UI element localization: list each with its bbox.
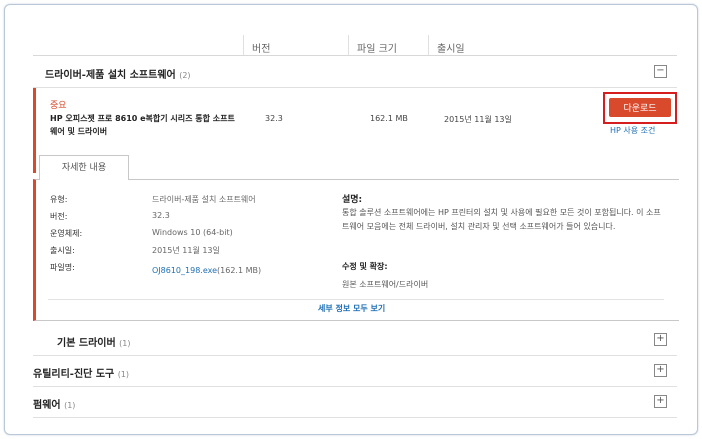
type-label: 유형: bbox=[50, 195, 68, 204]
section-title-text: 드라이버-제품 설치 소프트웨어 bbox=[45, 70, 176, 81]
section-title-text: 유틸리티-진단 도구 bbox=[33, 369, 115, 380]
view-all-details-link[interactable]: 세부 정보 모두 보기 bbox=[318, 303, 385, 314]
fixes-body: 원본 소프트웨어/드라이버 bbox=[342, 280, 429, 289]
description-title: 설명: bbox=[342, 195, 363, 205]
item-size: 162.1 MB bbox=[370, 114, 408, 123]
column-divider bbox=[428, 35, 429, 55]
section-count: (1) bbox=[117, 370, 130, 379]
os-value: Windows 10 (64-bit) bbox=[152, 228, 233, 237]
item-date: 2015년 11월 13일 bbox=[444, 115, 512, 124]
section-title: 기본 드라이버 (1) bbox=[57, 334, 131, 349]
section-title: 유틸리티-진단 도구 (1) bbox=[33, 365, 129, 380]
section-driver-install[interactable]: 드라이버-제품 설치 소프트웨어 (2) − bbox=[33, 57, 677, 88]
driver-item: 중요 HP 오피스젯 프로 8610 e복합기 시리즈 통합 소프트웨어 및 드… bbox=[33, 88, 679, 173]
collapse-icon[interactable]: − bbox=[654, 65, 667, 78]
file-size-text: (162.1 MB) bbox=[217, 266, 262, 275]
section-count: (1) bbox=[119, 339, 131, 348]
date-value: 2015년 11월 13일 bbox=[152, 246, 220, 255]
file-label: 파일명: bbox=[50, 263, 75, 272]
expand-icon[interactable]: + bbox=[654, 395, 667, 408]
section-title: 드라이버-제품 설치 소프트웨어 (2) bbox=[45, 66, 191, 81]
download-button[interactable]: 다운로드 bbox=[609, 98, 671, 117]
column-divider bbox=[243, 35, 244, 55]
section-count: (2) bbox=[179, 71, 191, 80]
version-label: 버전: bbox=[50, 212, 68, 221]
tab-details[interactable]: 자세한 내용 bbox=[39, 155, 129, 180]
section-title-text: 펌웨어 bbox=[33, 400, 61, 411]
type-value: 드라이버-제품 설치 소프트웨어 bbox=[152, 195, 256, 204]
expand-icon[interactable]: + bbox=[654, 333, 667, 346]
column-divider bbox=[348, 35, 349, 55]
version-value: 32.3 bbox=[152, 211, 170, 220]
date-label: 출시일: bbox=[50, 246, 75, 255]
section-title: 펌웨어 (1) bbox=[33, 396, 75, 411]
screenshot-frame: 버전 파일 크기 출시일 드라이버-제품 설치 소프트웨어 (2) − 중요 H… bbox=[4, 4, 698, 435]
expand-icon[interactable]: + bbox=[654, 364, 667, 377]
section-utility[interactable]: 유틸리티-진단 도구 (1) + bbox=[33, 356, 677, 387]
importance-label: 중요 bbox=[50, 101, 67, 111]
column-file-size: 파일 크기 bbox=[357, 44, 397, 55]
file-download-link[interactable]: OJ8610_198.exe bbox=[152, 266, 217, 275]
product-name: HP 오피스젯 프로 8610 e복합기 시리즈 통합 소프트웨어 및 드라이버 bbox=[50, 114, 235, 136]
section-basic-driver[interactable]: 기본 드라이버 (1) + bbox=[33, 325, 677, 356]
section-count: (1) bbox=[64, 401, 76, 410]
os-label: 운영체제: bbox=[50, 229, 83, 238]
section-title-text: 기본 드라이버 bbox=[57, 338, 116, 349]
column-version: 버전 bbox=[252, 44, 271, 55]
description-body: 통합 솔루션 소프트웨어에는 HP 프린터의 설치 및 사용에 필요한 모든 것… bbox=[342, 208, 661, 231]
details-panel: 유형: 드라이버-제품 설치 소프트웨어 버전: 32.3 운영체제: Wind… bbox=[33, 179, 679, 321]
hp-terms-link[interactable]: HP 사용 조건 bbox=[610, 125, 655, 136]
fixes-title: 수정 및 확장: bbox=[342, 262, 388, 271]
section-firmware[interactable]: 펌웨어 (1) + bbox=[33, 387, 677, 418]
panel-divider bbox=[48, 299, 664, 300]
driver-list: 버전 파일 크기 출시일 드라이버-제품 설치 소프트웨어 (2) − 중요 H… bbox=[33, 23, 679, 423]
column-release-date: 출시일 bbox=[437, 44, 465, 55]
item-version: 32.3 bbox=[265, 114, 283, 123]
column-header-row: 버전 파일 크기 출시일 bbox=[33, 23, 677, 56]
download-highlight: 다운로드 bbox=[603, 92, 677, 124]
file-value: OJ8610_198.exe(162.1 MB) bbox=[152, 266, 261, 275]
